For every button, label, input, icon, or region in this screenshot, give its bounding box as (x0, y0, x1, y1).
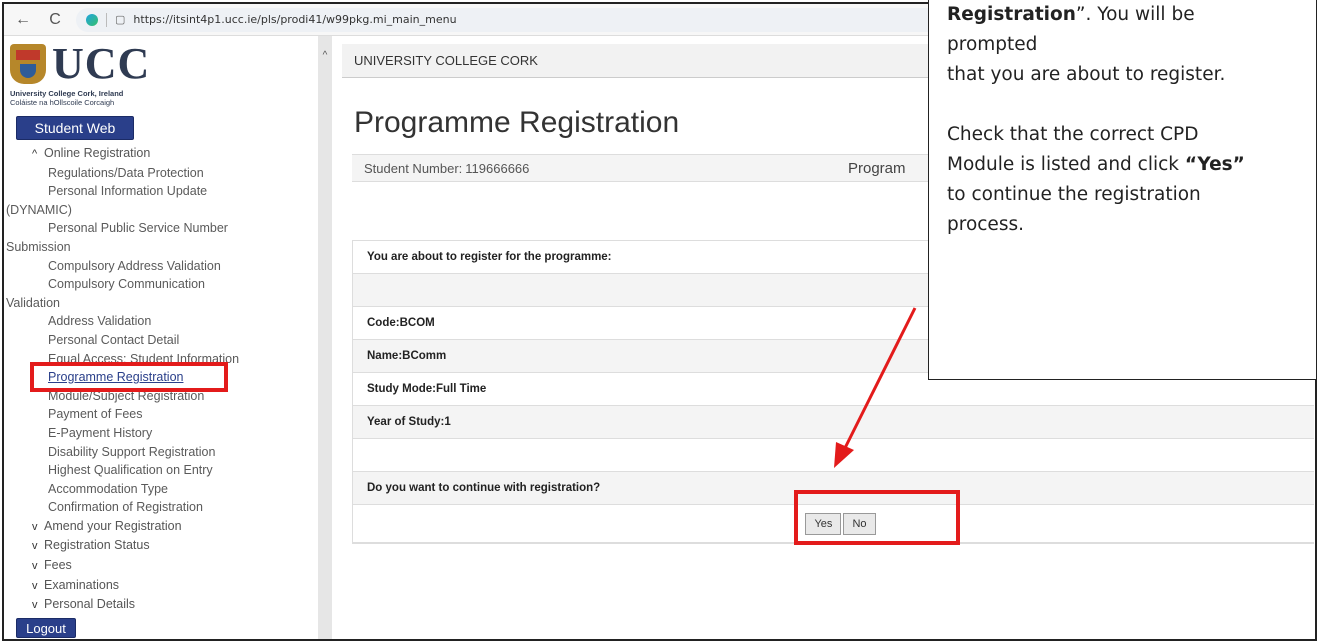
back-arrow-icon[interactable]: ← (10, 7, 36, 33)
callout-text: that you are about to register. (947, 64, 1226, 85)
sidebar-section-amend-your-registration[interactable]: v Amend your Registration (4, 517, 284, 537)
sidebar-item-personal-information-update[interactable]: Personal Information Update (4, 182, 284, 201)
sidebar-item-label: Regulations/Data Protection (48, 165, 204, 180)
chevron-down-icon: v (32, 520, 38, 533)
browser-logo-icon (86, 13, 98, 26)
logo-title: UCC (52, 39, 151, 88)
sidebar-item-label: Compulsory Address Validation (48, 258, 221, 273)
highlight-programme-registration (30, 362, 228, 392)
address-bar[interactable]: ▢ https://itsint4p1.ucc.ie/pls/prodi41/w… (76, 7, 976, 32)
student-number: 119666666 (465, 160, 530, 176)
logo-subtitle-en: University College Cork, Ireland (10, 89, 124, 98)
callout-text: Module is listed and click (947, 154, 1185, 175)
callout-bold-yes: “Yes” (1184, 154, 1245, 175)
sidebar-item-continuation: (DYNAMIC) (4, 201, 284, 220)
callout-bold-registration: Registration (947, 4, 1076, 25)
student-number-label: Student Number: (364, 160, 463, 176)
sidebar-item-label: (DYNAMIC) (6, 202, 72, 217)
chevron-down-icon: v (32, 540, 38, 553)
sidebar-section-registration-status[interactable]: v Registration Status (4, 536, 284, 556)
chevron-down-icon: v (32, 579, 38, 592)
separator (106, 12, 107, 27)
sidebar-item-continuation: Validation (4, 294, 284, 313)
chevron-up-icon: ^ (32, 148, 38, 160)
sidebar-section-online-registration[interactable]: ^ Online Registration (4, 144, 284, 164)
table-row-empty (353, 439, 1314, 472)
ucc-logo: UCC University College Cork, Ireland Col… (8, 39, 168, 110)
sidebar-item-label: Personal Contact Detail (48, 332, 180, 347)
sidebar-item-regulations-data-protection[interactable]: Regulations/Data Protection (4, 164, 284, 183)
sidebar-item-accommodation-type[interactable]: Accommodation Type (4, 480, 284, 499)
sidebar-item-label: Accommodation Type (48, 481, 168, 496)
sidebar-item-personal-contact-detail[interactable]: Personal Contact Detail (4, 331, 284, 350)
chevron-down-icon: v (32, 599, 38, 612)
student-web-button[interactable]: Student Web (16, 116, 134, 140)
crest-icon (10, 44, 46, 84)
sidebar-item-label: Personal Details (44, 597, 136, 612)
sidebar-item-label: Personal Information Update (48, 184, 208, 199)
callout-text: Check that the correct CPD (947, 124, 1199, 145)
sidebar-section-personal-details[interactable]: v Personal Details (4, 595, 284, 615)
callout-text: to continue the registration (947, 184, 1201, 205)
callout-text: prompted (947, 34, 1038, 55)
sidebar-item-compulsory-communication[interactable]: Compulsory Communication (4, 275, 284, 294)
sidebar-item-compulsory-address-validation[interactable]: Compulsory Address Validation (4, 257, 284, 276)
callout-text: ”. You will be (1075, 4, 1195, 25)
sidebar-item-disability-support-registration[interactable]: Disability Support Registration (4, 443, 284, 462)
url-text: https://itsint4p1.ucc.ie/pls/prodi41/w99… (133, 13, 457, 26)
sidebar-item-label: E-Payment History (48, 425, 153, 440)
sidebar-item-address-validation[interactable]: Address Validation (4, 312, 284, 331)
sidebar-item-label: Payment of Fees (48, 407, 143, 422)
sidebar-item-label: Address Validation (48, 314, 152, 329)
chevron-up-icon[interactable]: ^ (318, 50, 332, 61)
sidebar-item-continuation: Submission (4, 238, 284, 257)
sidebar-item-label: Online Registration (44, 146, 151, 160)
chevron-down-icon: v (32, 560, 38, 573)
logout-button[interactable]: Logout (16, 618, 76, 638)
page-title: Programme Registration (354, 106, 680, 139)
sidebar-item-label: Highest Qualification on Entry (48, 463, 213, 478)
sidebar-item-e-payment-history[interactable]: E-Payment History (4, 424, 284, 443)
page-icon: ▢ (115, 14, 126, 26)
sidebar-item-confirmation-of-registration[interactable]: Confirmation of Registration (4, 498, 284, 517)
sidebar-item-label: Registration Status (44, 538, 150, 553)
highlight-yes-no (794, 490, 960, 545)
sidebar-item-label: Examinations (44, 577, 120, 592)
sidebar-item-label: Confirmation of Registration (48, 500, 203, 515)
table-row: Year of Study:1 (353, 406, 1314, 439)
sidebar-item-label: Fees (44, 558, 72, 573)
callout-text: process. (947, 214, 1024, 235)
sidebar-item-personal-public-service-number[interactable]: Personal Public Service Number (4, 219, 284, 238)
logo-subtitle-ga: Coláiste na hOllscoile Corcaigh (10, 98, 115, 107)
sidebar-item-label: Disability Support Registration (48, 444, 216, 459)
sidebar-section-fees[interactable]: v Fees (4, 556, 284, 576)
refresh-icon[interactable]: C (42, 7, 68, 33)
sidebar-item-label: Personal Public Service Number (48, 221, 228, 236)
sidebar: UCC University College Cork, Ireland Col… (4, 36, 318, 639)
sidebar-scrollbar[interactable]: ^ (318, 36, 332, 639)
sidebar-item-label: Compulsory Communication (48, 277, 206, 292)
sidebar-item-label: Amend your Registration (44, 518, 182, 533)
sidebar-item-highest-qualification-on-entry[interactable]: Highest Qualification on Entry (4, 461, 284, 480)
sidebar-item-label: Submission (6, 239, 71, 254)
sidebar-item-payment-of-fees[interactable]: Payment of Fees (4, 405, 284, 424)
sidebar-section-examinations[interactable]: v Examinations (4, 576, 284, 596)
instruction-callout: Registration”. You will be prompted that… (928, 0, 1317, 380)
sidebar-item-label: Validation (6, 295, 60, 310)
programme-label-truncated: Program (848, 160, 906, 177)
